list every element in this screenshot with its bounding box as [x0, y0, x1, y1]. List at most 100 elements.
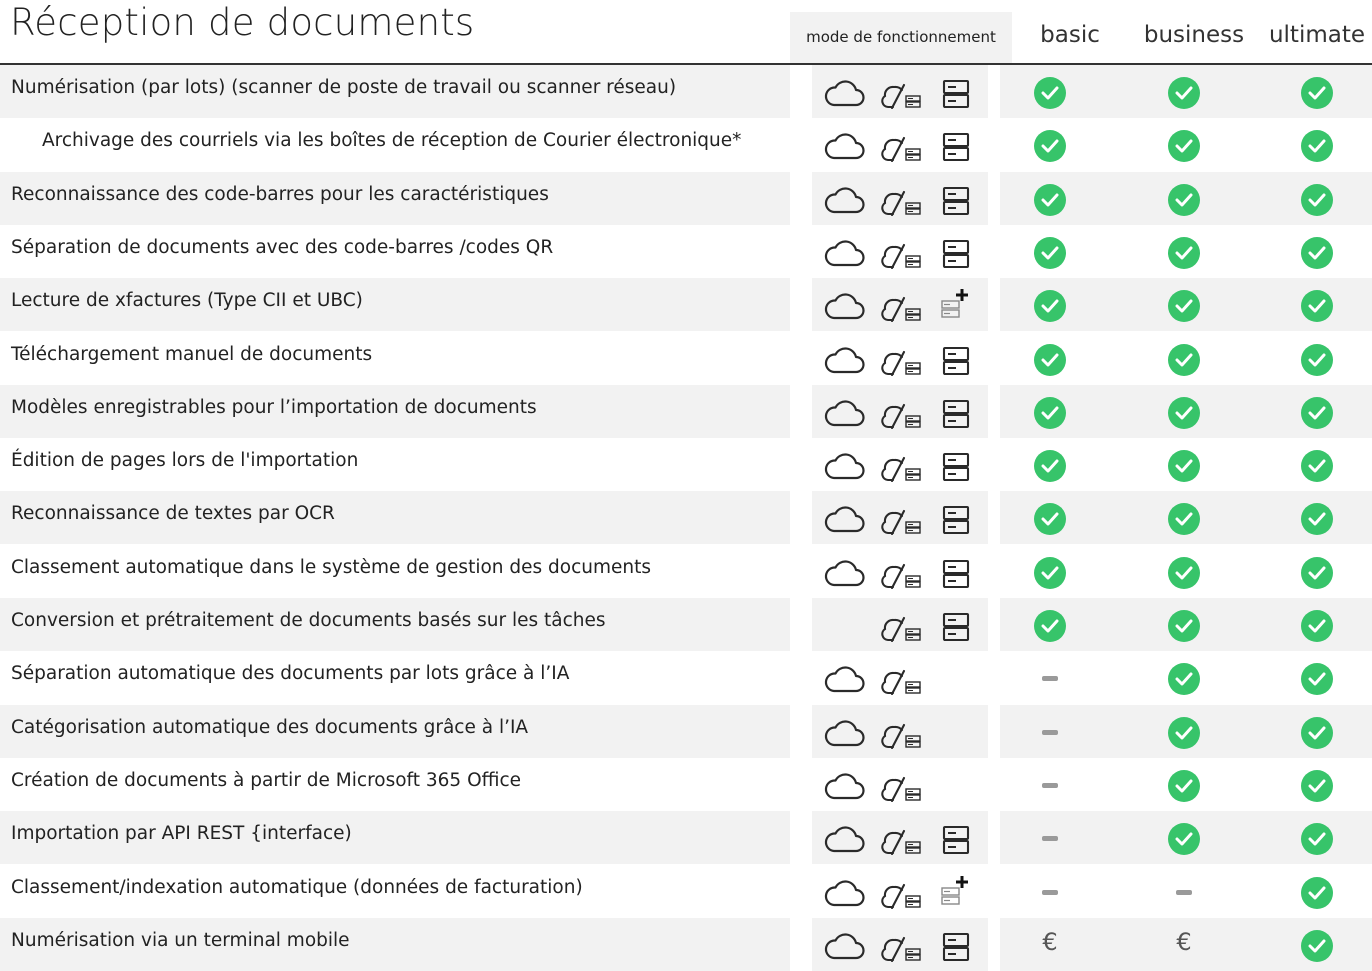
cloud-icon: [824, 719, 866, 751]
check-icon: [1168, 769, 1200, 802]
table-row: Importation par API REST {interface): [0, 811, 1372, 865]
table-row: Création de documents à partir de Micros…: [0, 758, 1372, 811]
hybrid-cloud-server-icon: [880, 507, 926, 539]
check-icon: [1034, 610, 1066, 642]
table-row: Reconnaissance des code-barres pour les …: [0, 171, 1372, 225]
check-icon: [1301, 236, 1333, 269]
cloud-icon: [824, 79, 866, 111]
feature-label: Classement/indexation automatique (donné…: [11, 876, 583, 898]
check-icon: [1034, 556, 1066, 589]
feature-label: Classement automatique dans le système d…: [11, 556, 652, 578]
table-row: Classement/indexation automatique (donné…: [0, 865, 1372, 918]
cloud-icon: [824, 825, 866, 857]
dash-icon: [1042, 889, 1058, 895]
dash-icon: [1042, 676, 1058, 682]
table-row: Séparation de documents avec des code-ba…: [0, 225, 1372, 278]
table-row: Catégorisation automatique des documents…: [0, 704, 1372, 758]
feature-label: Reconnaissance des code-barres pour les …: [11, 183, 549, 205]
check-icon: [1301, 769, 1333, 802]
hybrid-cloud-server-icon: [880, 348, 926, 380]
table-row: Téléchargement manuel de documents: [0, 332, 1372, 385]
dash-icon: [1042, 836, 1058, 842]
hybrid-cloud-server-icon: [880, 774, 926, 806]
check-icon: [1034, 236, 1066, 269]
table-row: Lecture de xfactures (Type CII et UBC): [0, 278, 1372, 332]
server-icon: [941, 452, 971, 486]
feature-label: Séparation automatique des documents par…: [11, 663, 570, 685]
hybrid-cloud-server-icon: [880, 934, 926, 966]
check-icon: [1301, 290, 1333, 323]
feature-label: Numérisation via un terminal mobile: [11, 929, 350, 951]
hybrid-cloud-server-icon: [880, 454, 926, 486]
server-icon: [941, 239, 971, 273]
hybrid-cloud-server-icon: [880, 81, 926, 113]
check-icon: [1301, 450, 1333, 483]
dash-icon: [1042, 729, 1058, 735]
hybrid-cloud-server-icon: [880, 561, 926, 593]
check-icon: [1168, 396, 1200, 429]
check-icon: [1034, 343, 1066, 376]
dash-icon: [1042, 782, 1058, 788]
check-icon: [1301, 556, 1333, 589]
euro-icon: €: [1176, 927, 1192, 956]
cloud-icon: [824, 346, 866, 378]
table-row: Reconnaissance de textes par OCR: [0, 491, 1372, 545]
check-icon: [1168, 823, 1200, 856]
feature-label: Reconnaissance de textes par OCR: [11, 503, 335, 525]
check-icon: [1168, 290, 1200, 323]
table-row: Séparation automatique des documents par…: [0, 651, 1372, 704]
hybrid-cloud-server-icon: [880, 241, 926, 273]
server-plus-icon: [940, 874, 972, 910]
check-icon: [1168, 236, 1200, 269]
page-title: Réception de documents: [10, 1, 475, 44]
check-icon: [1301, 823, 1333, 856]
dash-icon: [1176, 889, 1192, 895]
server-icon: [941, 932, 971, 966]
hybrid-cloud-server-icon: [880, 294, 926, 326]
hybrid-cloud-server-icon: [880, 667, 926, 699]
server-icon: [941, 346, 971, 380]
euro-icon: €: [1042, 927, 1058, 956]
table-row: Numérisation via un terminal mobile € €: [0, 917, 1372, 971]
feature-label: Modèles enregistrables pour l’importatio…: [11, 396, 537, 418]
table-row: Archivage des courriels via les boîtes d…: [0, 118, 1372, 171]
feature-label: Numérisation (par lots) (scanner de post…: [11, 77, 677, 98]
server-icon: [941, 79, 971, 113]
check-icon: [1034, 396, 1066, 429]
cloud-icon: [824, 186, 866, 218]
cloud-icon: [824, 505, 866, 537]
cloud-icon: [824, 292, 866, 324]
table-row: Conversion et prétraitement de documents…: [0, 598, 1372, 651]
cloud-icon: [824, 932, 866, 964]
cloud-icon: [824, 399, 866, 431]
hybrid-cloud-server-icon: [880, 614, 926, 646]
feature-label: Lecture de xfactures (Type CII et UBC): [11, 290, 363, 312]
hybrid-cloud-server-icon: [880, 881, 926, 913]
plan-header-ultimate: ultimate: [1268, 22, 1366, 48]
check-icon: [1034, 183, 1066, 216]
plan-header-basic: basic: [1040, 22, 1100, 48]
check-icon: [1168, 610, 1200, 642]
cloud-icon: [824, 452, 866, 484]
check-icon: [1301, 610, 1333, 642]
feature-label: Catégorisation automatique des documents…: [11, 716, 529, 738]
check-icon: [1301, 716, 1333, 749]
cloud-icon: [824, 879, 866, 911]
check-icon: [1301, 183, 1333, 216]
check-icon: [1168, 556, 1200, 589]
hybrid-cloud-server-icon: [880, 188, 926, 220]
hybrid-cloud-server-icon: [880, 134, 926, 166]
cloud-icon: [824, 132, 866, 164]
check-icon: [1168, 450, 1200, 483]
server-icon: [941, 825, 971, 859]
cloud-icon: [824, 772, 866, 804]
check-icon: [1301, 343, 1333, 376]
feature-label: Séparation de documents avec des code-ba…: [11, 236, 554, 258]
plan-header-business: business: [1143, 22, 1245, 48]
server-icon: [941, 186, 971, 220]
hybrid-cloud-server-icon: [880, 721, 926, 753]
check-icon: [1034, 450, 1066, 483]
check-icon: [1301, 77, 1333, 109]
check-icon: [1034, 77, 1066, 109]
feature-label: Conversion et prétraitement de documents…: [11, 610, 606, 631]
